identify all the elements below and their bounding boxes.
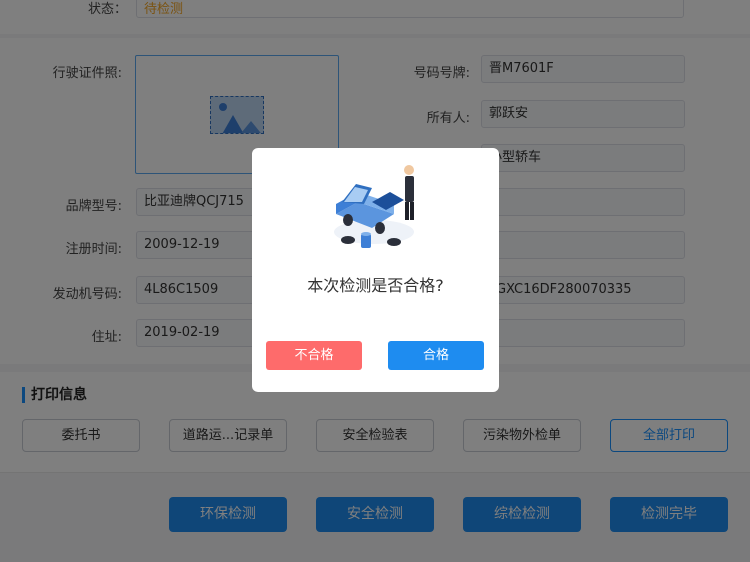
inspection-result-dialog: 本次检测是否合格? 不合格 合格 [252,148,499,392]
pass-button[interactable]: 合格 [388,341,484,370]
dialog-message: 本次检测是否合格? [307,276,444,295]
car-repair-illustration-icon [334,165,414,248]
fail-button[interactable]: 不合格 [266,341,362,370]
